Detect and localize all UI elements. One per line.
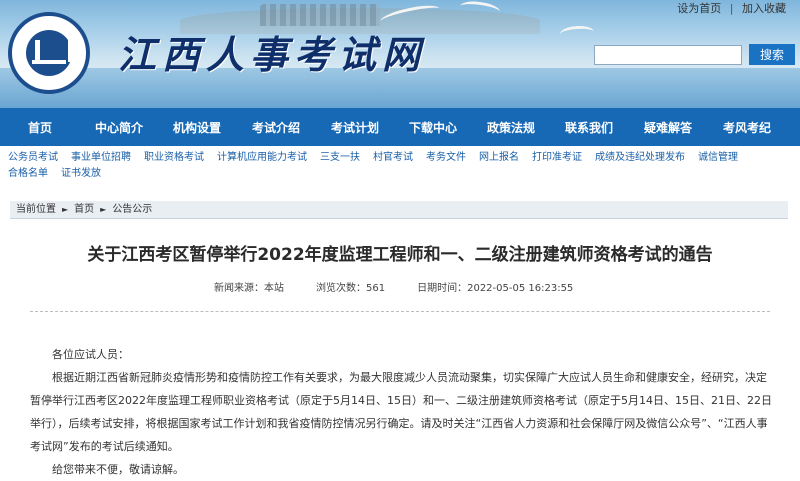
nav-item-downloads[interactable]: 下载中心 bbox=[394, 119, 472, 136]
breadcrumb-home-link[interactable]: 首页 bbox=[74, 204, 94, 215]
header-banner: 江西人事考试网 设为首页 | 加入收藏 搜索 bbox=[0, 0, 800, 108]
category-link[interactable]: 计算机应用能力考试 bbox=[217, 152, 307, 163]
nav-item-discipline[interactable]: 考风考纪 bbox=[708, 119, 786, 136]
site-title: 江西人事考试网 bbox=[118, 32, 427, 77]
breadcrumb-current-link[interactable]: 公告公示 bbox=[112, 204, 152, 215]
category-link[interactable]: 村官考试 bbox=[373, 152, 413, 163]
category-link[interactable]: 考务文件 bbox=[426, 152, 466, 163]
divider bbox=[30, 311, 770, 312]
separator: | bbox=[729, 2, 734, 15]
category-link[interactable]: 事业单位招聘 bbox=[71, 152, 131, 163]
top-links: 设为首页 | 加入收藏 bbox=[677, 0, 786, 16]
article-paragraph: 给您带来不便，敬请谅解。 bbox=[52, 463, 184, 476]
banner-building bbox=[260, 4, 380, 26]
category-link[interactable]: 公务员考试 bbox=[8, 152, 58, 163]
nav-item-faq[interactable]: 疑难解答 bbox=[628, 119, 708, 136]
nav-item-exam-intro[interactable]: 考试介绍 bbox=[236, 119, 316, 136]
category-link[interactable]: 打印准考证 bbox=[532, 152, 582, 163]
breadcrumb-label: 当前位置 bbox=[16, 204, 56, 215]
chevron-right-icon: ► bbox=[100, 205, 107, 214]
category-links: 公务员考试 事业单位招聘 职业资格考试 计算机应用能力考试 三支一扶 村官考试 考务文件 网上… bbox=[0, 146, 800, 192]
category-link[interactable]: 成绩及违纪处理发布 bbox=[595, 152, 685, 163]
article-meta: 新闻来源：本站 浏览次数：561 日期时间：2022-05-05 16:23:55 bbox=[214, 279, 605, 294]
nav-item-organization[interactable]: 机构设置 bbox=[158, 119, 236, 136]
nav-item-exam-plan[interactable]: 考试计划 bbox=[316, 119, 394, 136]
category-link[interactable]: 职业资格考试 bbox=[144, 152, 204, 163]
nav-item-about[interactable]: 中心简介 bbox=[80, 119, 158, 136]
article-date: 日期时间：2022-05-05 16:23:55 bbox=[417, 283, 574, 294]
category-link[interactable]: 合格名单 bbox=[8, 168, 48, 179]
main-nav: 首页 中心简介 机构设置 考试介绍 考试计划 下载中心 政策法规 联系我们 疑难… bbox=[0, 108, 800, 146]
category-link[interactable]: 诚信管理 bbox=[698, 152, 738, 163]
bird-decoration bbox=[559, 24, 595, 42]
search-input[interactable] bbox=[594, 45, 742, 65]
add-favorite-link[interactable]: 加入收藏 bbox=[742, 2, 786, 15]
category-link[interactable]: 证书发放 bbox=[61, 168, 101, 179]
set-homepage-link[interactable]: 设为首页 bbox=[677, 2, 721, 15]
nav-item-home[interactable]: 首页 bbox=[0, 119, 80, 136]
article-title: 关于江西考区暂停举行2022年度监理工程师和一、二级注册建筑师资格考试的通告 bbox=[87, 245, 713, 265]
article-paragraph: 各位应试人员： bbox=[52, 348, 129, 361]
article-body: 各位应试人员： 根据近期江西省新冠肺炎疫情形势和疫情防控工作有关要求，为最大限度… bbox=[30, 343, 774, 481]
article-source: 新闻来源：本站 bbox=[214, 283, 284, 294]
nav-item-contact[interactable]: 联系我们 bbox=[550, 119, 628, 136]
breadcrumb: 当前位置 ► 首页 ► 公告公示 bbox=[10, 201, 788, 219]
site-logo[interactable] bbox=[8, 12, 90, 94]
logo-emblem-icon bbox=[26, 30, 73, 76]
nav-item-policies[interactable]: 政策法规 bbox=[472, 119, 550, 136]
category-link[interactable]: 网上报名 bbox=[479, 152, 519, 163]
search-button[interactable]: 搜索 bbox=[749, 44, 795, 65]
article-views: 浏览次数：561 bbox=[316, 283, 386, 294]
category-link[interactable]: 三支一扶 bbox=[320, 152, 360, 163]
article-paragraph: 根据近期江西省新冠肺炎疫情形势和疫情防控工作有关要求，为最大限度减少人员流动聚集… bbox=[30, 371, 772, 453]
chevron-right-icon: ► bbox=[62, 205, 69, 214]
